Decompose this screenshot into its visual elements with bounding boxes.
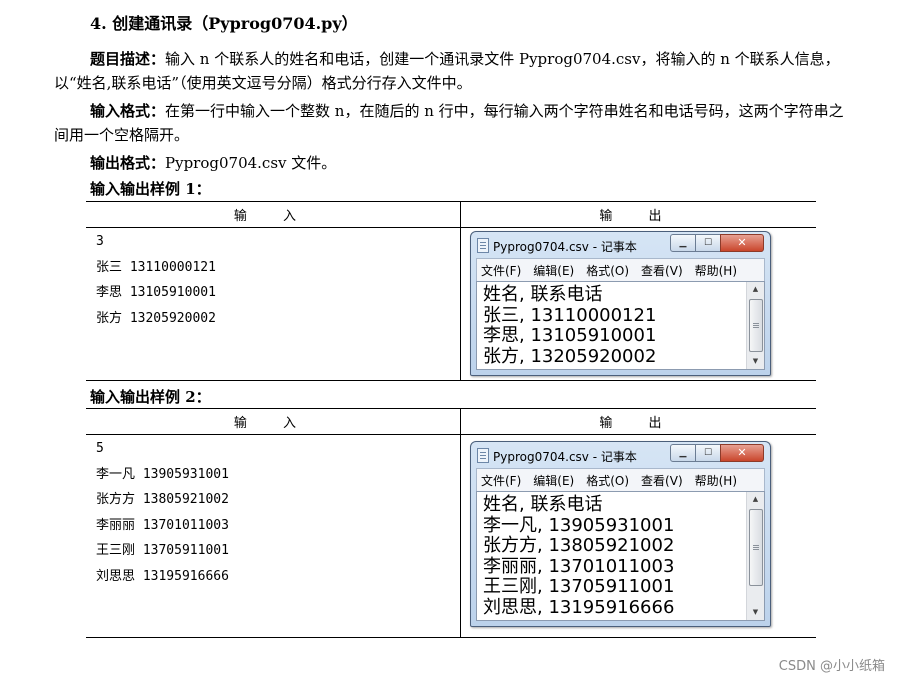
description-paragraph: 题目描述：输入 n 个联系人的姓名和电话，创建一个通讯录文件 Pyprog070… bbox=[54, 47, 854, 95]
text-area[interactable]: 姓名, 联系电话 张三, 13110000121 李思, 13105910001… bbox=[476, 281, 765, 370]
maximize-button[interactable]: ☐ bbox=[695, 234, 721, 252]
scroll-up-arrow-icon[interactable]: ▲ bbox=[747, 282, 764, 297]
minimize-button[interactable]: ▁ bbox=[670, 234, 696, 252]
description-label: 题目描述： bbox=[90, 50, 166, 68]
menu-help[interactable]: 帮助(H) bbox=[695, 262, 737, 279]
input-line: 3 bbox=[96, 234, 104, 249]
menu-format[interactable]: 格式(O) bbox=[586, 472, 629, 489]
input-line: 5 bbox=[96, 441, 104, 456]
menu-file[interactable]: 文件(F) bbox=[481, 262, 521, 279]
csdn-watermark: CSDN @小小纸箱 bbox=[778, 659, 885, 674]
menu-edit[interactable]: 编辑(E) bbox=[533, 262, 574, 279]
menu-bar: 文件(F) 编辑(E) 格式(O) 查看(V) 帮助(H) bbox=[476, 468, 765, 491]
scroll-thumb[interactable] bbox=[749, 299, 763, 352]
maximize-button[interactable]: ☐ bbox=[695, 444, 721, 462]
menu-view[interactable]: 查看(V) bbox=[641, 262, 683, 279]
file-content[interactable]: 姓名, 联系电话 张三, 13110000121 李思, 13105910001… bbox=[477, 282, 764, 367]
output-format-text: Pyprog0704.csv 文件。 bbox=[165, 154, 337, 172]
notepad-icon bbox=[477, 238, 489, 253]
menu-bar: 文件(F) 编辑(E) 格式(O) 查看(V) 帮助(H) bbox=[476, 258, 765, 281]
sample-1-output-header: 输 出 bbox=[460, 201, 816, 228]
scroll-up-arrow-icon[interactable]: ▲ bbox=[747, 492, 764, 507]
scroll-thumb[interactable] bbox=[749, 509, 763, 586]
problem-title: 4. 创建通讯录（Pyprog0704.py） bbox=[90, 14, 358, 33]
menu-file[interactable]: 文件(F) bbox=[481, 472, 521, 489]
output-format-line: 输出格式：Pyprog0704.csv 文件。 bbox=[90, 152, 336, 173]
input-format-label: 输入格式： bbox=[90, 102, 166, 120]
sample-2-output-cell: Pyprog0704.csv - 记事本 ▁ ☐ ✕ 文件(F) 编辑(E) 格… bbox=[460, 434, 816, 638]
sample-1-output-cell: Pyprog0704.csv - 记事本 ▁ ☐ ✕ 文件(F) 编辑(E) 格… bbox=[460, 227, 816, 381]
notepad-titlebar[interactable]: Pyprog0704.csv - 记事本 ▁ ☐ ✕ bbox=[471, 232, 770, 258]
input-format-text: 在第一行中输入一个整数 n，在随后的 n 行中，每行输入两个字符串姓名和电话号码… bbox=[54, 102, 844, 144]
sample-2-heading: 输入输出样例 2： bbox=[90, 388, 211, 406]
sample-2-input-cell: 5 李一凡 13905931001 张方方 13805921002 李丽丽 13… bbox=[86, 435, 461, 638]
close-button[interactable]: ✕ bbox=[720, 444, 764, 462]
input-line: 张方方 13805921002 bbox=[96, 492, 229, 507]
sample-2-output-header: 输 出 bbox=[460, 408, 816, 435]
notepad-window: Pyprog0704.csv - 记事本 ▁ ☐ ✕ 文件(F) 编辑(E) 格… bbox=[470, 441, 771, 627]
notepad-window: Pyprog0704.csv - 记事本 ▁ ☐ ✕ 文件(F) 编辑(E) 格… bbox=[470, 231, 771, 376]
input-line: 刘思思 13195916666 bbox=[96, 568, 229, 584]
input-line: 李一凡 13905931001 bbox=[96, 466, 229, 482]
menu-view[interactable]: 查看(V) bbox=[641, 472, 683, 489]
notepad-titlebar[interactable]: Pyprog0704.csv - 记事本 ▁ ☐ ✕ bbox=[471, 442, 770, 468]
sample-1-input-header: 输 入 bbox=[86, 201, 461, 228]
sample-2-table: 输 入 输 出 5 李一凡 13905931001 张方方 1380592100… bbox=[86, 408, 816, 638]
sample-1-table: 输 入 输 出 3 张三 13110000121 李思 13105910001 … bbox=[86, 201, 816, 381]
text-area[interactable]: 姓名, 联系电话 李一凡, 13905931001 张方方, 138059210… bbox=[476, 491, 765, 621]
input-line: 张方 13205920002 bbox=[96, 310, 216, 326]
menu-format[interactable]: 格式(O) bbox=[586, 262, 629, 279]
minimize-button[interactable]: ▁ bbox=[670, 444, 696, 462]
description-text: 输入 n 个联系人的姓名和电话，创建一个通讯录文件 Pyprog0704.csv… bbox=[54, 50, 840, 92]
notepad-icon bbox=[477, 448, 489, 463]
window-title: Pyprog0704.csv - 记事本 bbox=[493, 240, 637, 254]
file-content[interactable]: 姓名, 联系电话 李一凡, 13905931001 张方方, 138059210… bbox=[477, 492, 764, 618]
input-line: 王三刚 13705911001 bbox=[96, 543, 229, 558]
input-line: 张三 13110000121 bbox=[96, 259, 216, 275]
input-format-paragraph: 输入格式：在第一行中输入一个整数 n，在随后的 n 行中，每行输入两个字符串姓名… bbox=[54, 99, 854, 147]
menu-help[interactable]: 帮助(H) bbox=[695, 472, 737, 489]
input-line: 李思 13105910001 bbox=[96, 285, 216, 300]
window-title: Pyprog0704.csv - 记事本 bbox=[493, 450, 637, 464]
input-line: 李丽丽 13701011003 bbox=[96, 517, 229, 533]
output-format-label: 输出格式： bbox=[90, 154, 166, 172]
menu-edit[interactable]: 编辑(E) bbox=[533, 472, 574, 489]
close-button[interactable]: ✕ bbox=[720, 234, 764, 252]
sample-2-input-header: 输 入 bbox=[86, 408, 461, 435]
sample-1-heading: 输入输出样例 1： bbox=[90, 180, 211, 198]
scroll-down-arrow-icon[interactable]: ▼ bbox=[747, 354, 764, 369]
vertical-scrollbar[interactable]: ▲ ▼ bbox=[746, 492, 764, 620]
sample-1-input-cell: 3 张三 13110000121 李思 13105910001 张方 13205… bbox=[86, 228, 461, 381]
scroll-down-arrow-icon[interactable]: ▼ bbox=[747, 605, 764, 620]
vertical-scrollbar[interactable]: ▲ ▼ bbox=[746, 282, 764, 369]
